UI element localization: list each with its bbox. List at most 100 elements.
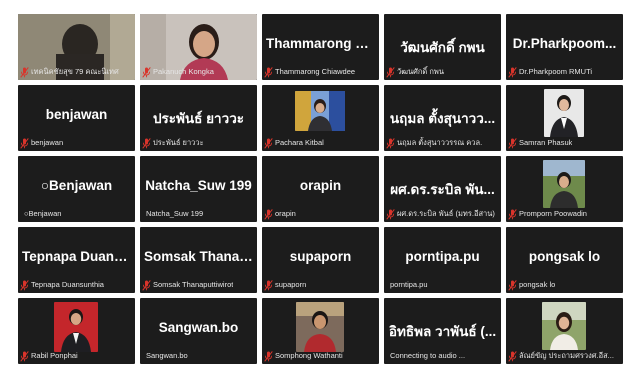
participant-name-text: Somsak Thanaputtiwirot: [153, 280, 234, 289]
participant-display-name: orapin: [299, 178, 342, 193]
participant-display-name: Sangwan.bo: [158, 320, 239, 335]
participant-tile[interactable]: Pachara Kitbal: [262, 85, 379, 151]
participant-name-text: ผศ.ดร.ระบิล พันธ์ (มทร.อีสาน): [397, 209, 495, 218]
participant-tile[interactable]: Rabil Ponphai: [18, 298, 135, 364]
participant-name-text: benjawan: [31, 138, 64, 147]
mic-muted-icon: [386, 137, 395, 149]
participant-tile[interactable]: supaporn supaporn: [262, 227, 379, 293]
participant-display-name: ผศ.ดร.ระบิล พัน...: [390, 182, 495, 197]
participant-name-text: pongsak lo: [519, 280, 556, 289]
participant-name-label: เทคนิคชัยสุข 79 คณะนิเทศ: [20, 66, 131, 78]
participant-tile[interactable]: Pakanuch Kongka: [140, 14, 257, 80]
participant-name-text: porntipa.pu: [390, 280, 428, 289]
mic-muted-icon: [508, 137, 517, 149]
participant-name-text: Rabil Ponphai: [31, 351, 78, 360]
participant-name-label: Pakanuch Kongka: [142, 66, 253, 78]
participant-name-text: Promporn Poowadin: [519, 209, 587, 218]
participant-name-label: Connecting to audio ...: [390, 350, 497, 362]
participant-video: [543, 160, 585, 208]
mic-muted-icon: [264, 208, 273, 220]
participant-display-name: Natcha_Suw 199: [145, 178, 252, 193]
participant-name-text: Sangwan.bo: [146, 351, 188, 360]
mic-muted-icon: [142, 279, 151, 291]
participant-name-label: Sangwan.bo: [146, 350, 253, 362]
participant-name-label: Dr.Pharkpoom RMUTi: [508, 66, 619, 78]
participant-name-text: Thammarong Chiawdee: [275, 67, 356, 76]
participant-display-name: Thammarong C...: [266, 36, 375, 51]
participant-tile[interactable]: Sangwan.bo Sangwan.bo: [140, 298, 257, 364]
participant-display-name: อิทธิพล วาพันธ์ (...: [388, 324, 497, 339]
mic-muted-icon: [142, 66, 151, 78]
participant-tile[interactable]: วัฒนศักดิ์ กพน วัฒนศักดิ์ กพน: [384, 14, 501, 80]
participant-name-label: ประพันธ์ ยาววะ: [142, 137, 253, 149]
participant-tile[interactable]: Natcha_Suw 199 Natcha_Suw 199: [140, 156, 257, 222]
participant-tile[interactable]: orapin orapin: [262, 156, 379, 222]
participant-tile[interactable]: Promporn Poowadin: [506, 156, 623, 222]
participant-display-name: Dr.Pharkpoom...: [512, 36, 617, 51]
participant-name-label: benjawan: [20, 137, 131, 149]
participant-display-name: วัฒนศักดิ์ กพน: [400, 40, 485, 55]
mic-muted-icon: [20, 137, 29, 149]
participant-name-text: Connecting to audio ...: [390, 351, 466, 360]
participant-display-name: benjawan: [45, 107, 108, 122]
mic-muted-icon: [386, 208, 395, 220]
participant-name-label: orapin: [264, 208, 375, 220]
participant-name-label: Somsak Thanaputtiwirot: [142, 279, 253, 291]
participant-name-label: Samran Phasuk: [508, 137, 619, 149]
participant-tile[interactable]: นฤมล ตั้งสุนาวว... นฤมล ตั้งสุนาววรรณ คว…: [384, 85, 501, 151]
mic-muted-icon: [20, 350, 29, 362]
participant-display-name: ประพันธ์ ยาววะ: [152, 111, 245, 126]
participant-video: [295, 91, 345, 131]
participant-display-name: Somsak Thanap...: [144, 249, 253, 264]
mic-muted-icon: [508, 279, 517, 291]
participant-name-label: Pachara Kitbal: [264, 137, 375, 149]
participant-video: [542, 302, 586, 350]
participant-name-text: Somphong Wathanti: [275, 351, 343, 360]
video-gallery-grid: เทคนิคชัยสุข 79 คณะนิเทศ Pakanuch Kongka…: [18, 14, 623, 364]
participant-tile[interactable]: Somsak Thanap... Somsak Thanaputtiwirot: [140, 227, 257, 293]
mic-muted-icon: [508, 66, 517, 78]
participant-tile[interactable]: เทคนิคชัยสุข 79 คณะนิเทศ: [18, 14, 135, 80]
participant-tile[interactable]: porntipa.pu porntipa.pu: [384, 227, 501, 293]
mic-muted-icon: [264, 350, 273, 362]
participant-name-text: วัฒนศักดิ์ กพน: [397, 67, 444, 76]
participant-display-name: porntipa.pu: [405, 249, 480, 264]
participant-tile[interactable]: Dr.Pharkpoom... Dr.Pharkpoom RMUTi: [506, 14, 623, 80]
participant-display-name: ○Benjawan: [40, 178, 113, 193]
participant-tile[interactable]: ผศ.ดร.ระบิล พัน... ผศ.ดร.ระบิล พันธ์ (มท…: [384, 156, 501, 222]
participant-name-label: Tepnapa Duansunthia: [20, 279, 131, 291]
mic-muted-icon: [508, 350, 517, 362]
participant-name-label: porntipa.pu: [390, 279, 497, 291]
participant-name-text: Dr.Pharkpoom RMUTi: [519, 67, 593, 76]
participant-tile[interactable]: Samran Phasuk: [506, 85, 623, 151]
participant-tile[interactable]: Thammarong C... Thammarong Chiawdee: [262, 14, 379, 80]
participant-name-text: Natcha_Suw 199: [146, 209, 204, 218]
mic-muted-icon: [508, 208, 517, 220]
participant-tile[interactable]: Tepnapa Duans... Tepnapa Duansunthia: [18, 227, 135, 293]
participant-name-label: นฤมล ตั้งสุนาววรรณ ควล.: [386, 137, 497, 149]
participant-tile[interactable]: ประพันธ์ ยาววะ ประพันธ์ ยาววะ: [140, 85, 257, 151]
participant-tile[interactable]: ลัณย์ขัญ ประถามศรวงศ.อีส...: [506, 298, 623, 364]
participant-tile[interactable]: ○Benjawan ○Benjawan: [18, 156, 135, 222]
participant-tile[interactable]: pongsak lo pongsak lo: [506, 227, 623, 293]
participant-name-text: orapin: [275, 209, 296, 218]
participant-name-label: pongsak lo: [508, 279, 619, 291]
participant-tile[interactable]: Somphong Wathanti: [262, 298, 379, 364]
participant-tile[interactable]: benjawan benjawan: [18, 85, 135, 151]
participant-tile[interactable]: อิทธิพล วาพันธ์ (... Connecting to audio …: [384, 298, 501, 364]
mic-muted-icon: [264, 137, 273, 149]
mic-muted-icon: [264, 66, 273, 78]
participant-name-label: Thammarong Chiawdee: [264, 66, 375, 78]
mic-muted-icon: [142, 137, 151, 149]
participant-display-name: นฤมล ตั้งสุนาวว...: [389, 111, 496, 126]
participant-name-text: supaporn: [275, 280, 307, 289]
mic-muted-icon: [20, 279, 29, 291]
participant-video: [544, 89, 584, 137]
participant-name-label: ○Benjawan: [24, 208, 131, 220]
participant-name-label: Natcha_Suw 199: [146, 208, 253, 220]
mic-muted-icon: [264, 279, 273, 291]
participant-name-text: Tepnapa Duansunthia: [31, 280, 104, 289]
mic-muted-icon: [20, 66, 29, 78]
participant-name-label: ลัณย์ขัญ ประถามศรวงศ.อีส...: [508, 350, 619, 362]
participant-name-text: Pachara Kitbal: [275, 138, 324, 147]
